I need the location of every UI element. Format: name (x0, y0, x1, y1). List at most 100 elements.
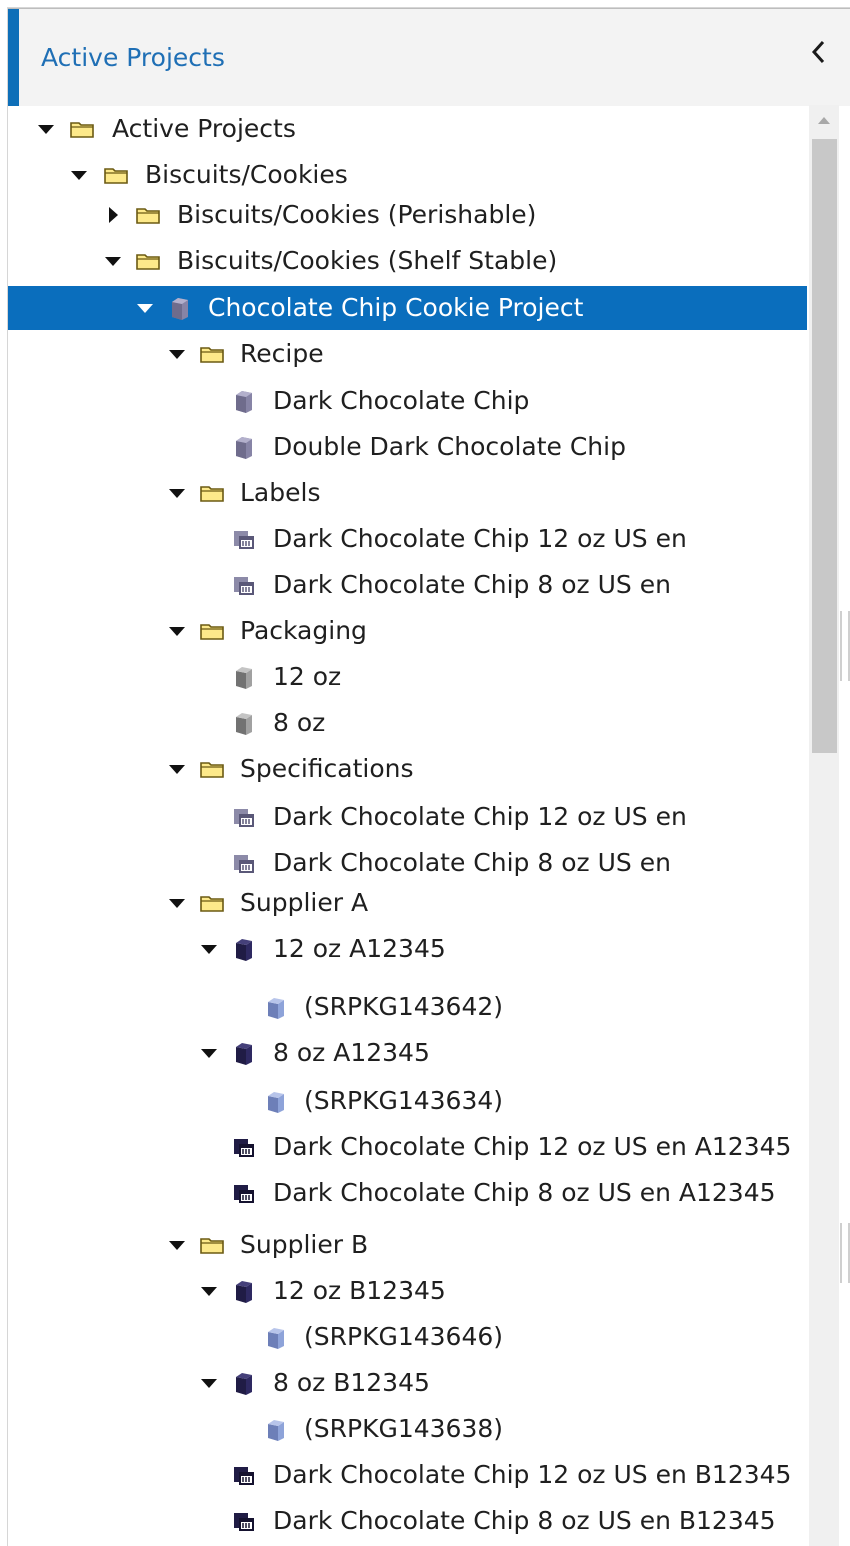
tree-item-label: Recipe (240, 339, 324, 368)
scroll-up-arrow-icon (818, 117, 830, 124)
tree-leaf-item[interactable]: (SRPKG143634) (8, 1079, 807, 1123)
caret-down-icon (169, 489, 185, 498)
tree-item-label: Dark Chocolate Chip 12 oz US en A12345 (273, 1132, 792, 1161)
tree-node[interactable]: 12 oz B12345 (8, 1269, 807, 1313)
folder-icon (198, 340, 226, 368)
tree-item-label: Biscuits/Cookies (Shelf Stable) (177, 246, 558, 275)
collapse-node-toggle[interactable] (167, 483, 187, 503)
recipe-cube-icon (230, 433, 258, 461)
tree-node[interactable]: Biscuits/Cookies (8, 153, 807, 197)
tree-item-label: (SRPKG143646) (304, 1322, 504, 1351)
tree-node[interactable]: 8 oz A12345 (8, 1031, 807, 1075)
vertical-scrollbar[interactable] (809, 105, 839, 1546)
tree-leaf-item[interactable]: Dark Chocolate Chip 12 oz US en (8, 795, 807, 839)
collapse-node-toggle[interactable] (69, 165, 89, 185)
tree-leaf-item[interactable]: Dark Chocolate Chip 12 oz US en (8, 517, 807, 561)
tree-leaf-item[interactable]: Dark Chocolate Chip 12 oz US en B12345 (8, 1453, 807, 1497)
tree-item-label: Dark Chocolate Chip (273, 386, 530, 415)
chevron-left-icon (811, 40, 825, 64)
tree-node[interactable]: Biscuits/Cookies (Perishable) (8, 193, 807, 237)
collapse-node-toggle[interactable] (167, 759, 187, 779)
scrollbar-thumb[interactable] (812, 139, 837, 753)
tree-item-label: Dark Chocolate Chip 12 oz US en B12345 (273, 1460, 792, 1489)
tree-node[interactable]: Chocolate Chip Cookie Project (8, 286, 807, 330)
tree-item-label: 8 oz A12345 (273, 1038, 430, 1067)
tree-item-label: Biscuits/Cookies (Perishable) (177, 200, 537, 229)
resize-grip-bottom[interactable] (840, 1223, 850, 1283)
tree-leaf-item[interactable]: Dark Chocolate Chip 8 oz US en (8, 841, 807, 885)
tree-node[interactable]: Recipe (8, 332, 807, 376)
tree-item-label: 12 oz B12345 (273, 1276, 446, 1305)
label-doc-icon (230, 525, 258, 553)
resize-grip-top[interactable] (840, 611, 850, 681)
tree-node[interactable]: 8 oz B12345 (8, 1361, 807, 1405)
tree-leaf-item[interactable]: (SRPKG143638) (8, 1407, 807, 1451)
collapse-node-toggle[interactable] (199, 1043, 219, 1063)
tree-leaf-item[interactable]: Dark Chocolate Chip 12 oz US en A12345 (8, 1125, 807, 1169)
tree-item-label: (SRPKG143638) (304, 1414, 504, 1443)
folder-icon (198, 617, 226, 645)
folder-icon (134, 201, 162, 229)
scroll-up-button[interactable] (809, 105, 839, 135)
supplier-spec-doc-icon (230, 1133, 258, 1161)
collapse-node-toggle[interactable] (167, 893, 187, 913)
tree-leaf-item[interactable]: Dark Chocolate Chip 8 oz US en A12345 (8, 1171, 807, 1215)
tree-item-label: 8 oz (273, 708, 326, 737)
collapse-node-toggle[interactable] (135, 298, 155, 318)
tree-leaf-item[interactable]: (SRPKG143642) (8, 985, 807, 1029)
tree-node[interactable]: Biscuits/Cookies (Shelf Stable) (8, 239, 807, 283)
supplier-spec-doc-icon (230, 1461, 258, 1489)
tree-item-label: Labels (240, 478, 321, 507)
collapse-node-toggle[interactable] (167, 344, 187, 364)
tree-leaf-item[interactable]: (SRPKG143646) (8, 1315, 807, 1359)
caret-down-icon (201, 1287, 217, 1296)
tree-leaf-item[interactable]: Double Dark Chocolate Chip (8, 425, 807, 469)
package-cube-icon (230, 663, 258, 691)
tree-leaf-item[interactable]: Dark Chocolate Chip 8 oz US en B12345 (8, 1499, 807, 1543)
tree-node[interactable]: Labels (8, 471, 807, 515)
collapse-node-toggle[interactable] (199, 1281, 219, 1301)
tree-node[interactable]: 12 oz A12345 (8, 927, 807, 971)
supplier-spec-doc-icon (230, 1507, 258, 1535)
tree-item-label: 8 oz B12345 (273, 1368, 430, 1397)
supplier-cube-icon (230, 1277, 258, 1305)
tree-leaf-item[interactable]: Dark Chocolate Chip 8 oz US en (8, 563, 807, 607)
project-tree-panel: Active Projects Active Projects Biscuits/… (7, 7, 850, 1546)
project-cube-icon (166, 294, 194, 322)
tree-node[interactable]: Supplier A (8, 881, 807, 925)
tree-node[interactable]: Packaging (8, 609, 807, 653)
collapse-node-toggle[interactable] (103, 251, 123, 271)
tree-item-label: Biscuits/Cookies (145, 160, 348, 189)
tree-item-label: Specifications (240, 754, 414, 783)
spec-doc-icon (230, 849, 258, 877)
tree-leaf-item[interactable]: Dark Chocolate Chip (8, 379, 807, 423)
caret-down-icon (201, 1379, 217, 1388)
tree-node[interactable]: Supplier B (8, 1223, 807, 1267)
folder-icon (198, 755, 226, 783)
expand-node-toggle[interactable] (103, 205, 123, 225)
tree-item-label: Double Dark Chocolate Chip (273, 432, 626, 461)
collapse-panel-button[interactable] (806, 35, 830, 69)
folder-icon (134, 247, 162, 275)
collapse-node-toggle[interactable] (199, 939, 219, 959)
header-accent-bar (8, 9, 19, 106)
sr-package-cube-icon (262, 1087, 290, 1115)
label-doc-icon (230, 571, 258, 599)
tree-leaf-item[interactable]: 8 oz (8, 701, 807, 745)
collapse-node-toggle[interactable] (36, 119, 56, 139)
collapse-node-toggle[interactable] (199, 1373, 219, 1393)
collapse-node-toggle[interactable] (167, 621, 187, 641)
tree-item-label: Dark Chocolate Chip 8 oz US en (273, 570, 671, 599)
tree-leaf-item[interactable]: 12 oz (8, 655, 807, 699)
tree-item-label: 12 oz (273, 662, 342, 691)
sr-package-cube-icon (262, 993, 290, 1021)
tree-node[interactable]: Active Projects (8, 107, 807, 151)
collapse-node-toggle[interactable] (167, 1235, 187, 1255)
caret-down-icon (169, 350, 185, 359)
tree-item-label: Dark Chocolate Chip 8 oz US en B12345 (273, 1506, 776, 1535)
caret-down-icon (169, 1241, 185, 1250)
tree-item-label: 12 oz A12345 (273, 934, 446, 963)
header-title: Active Projects (41, 43, 225, 72)
tree-node[interactable]: Specifications (8, 747, 807, 791)
folder-icon (198, 1231, 226, 1259)
